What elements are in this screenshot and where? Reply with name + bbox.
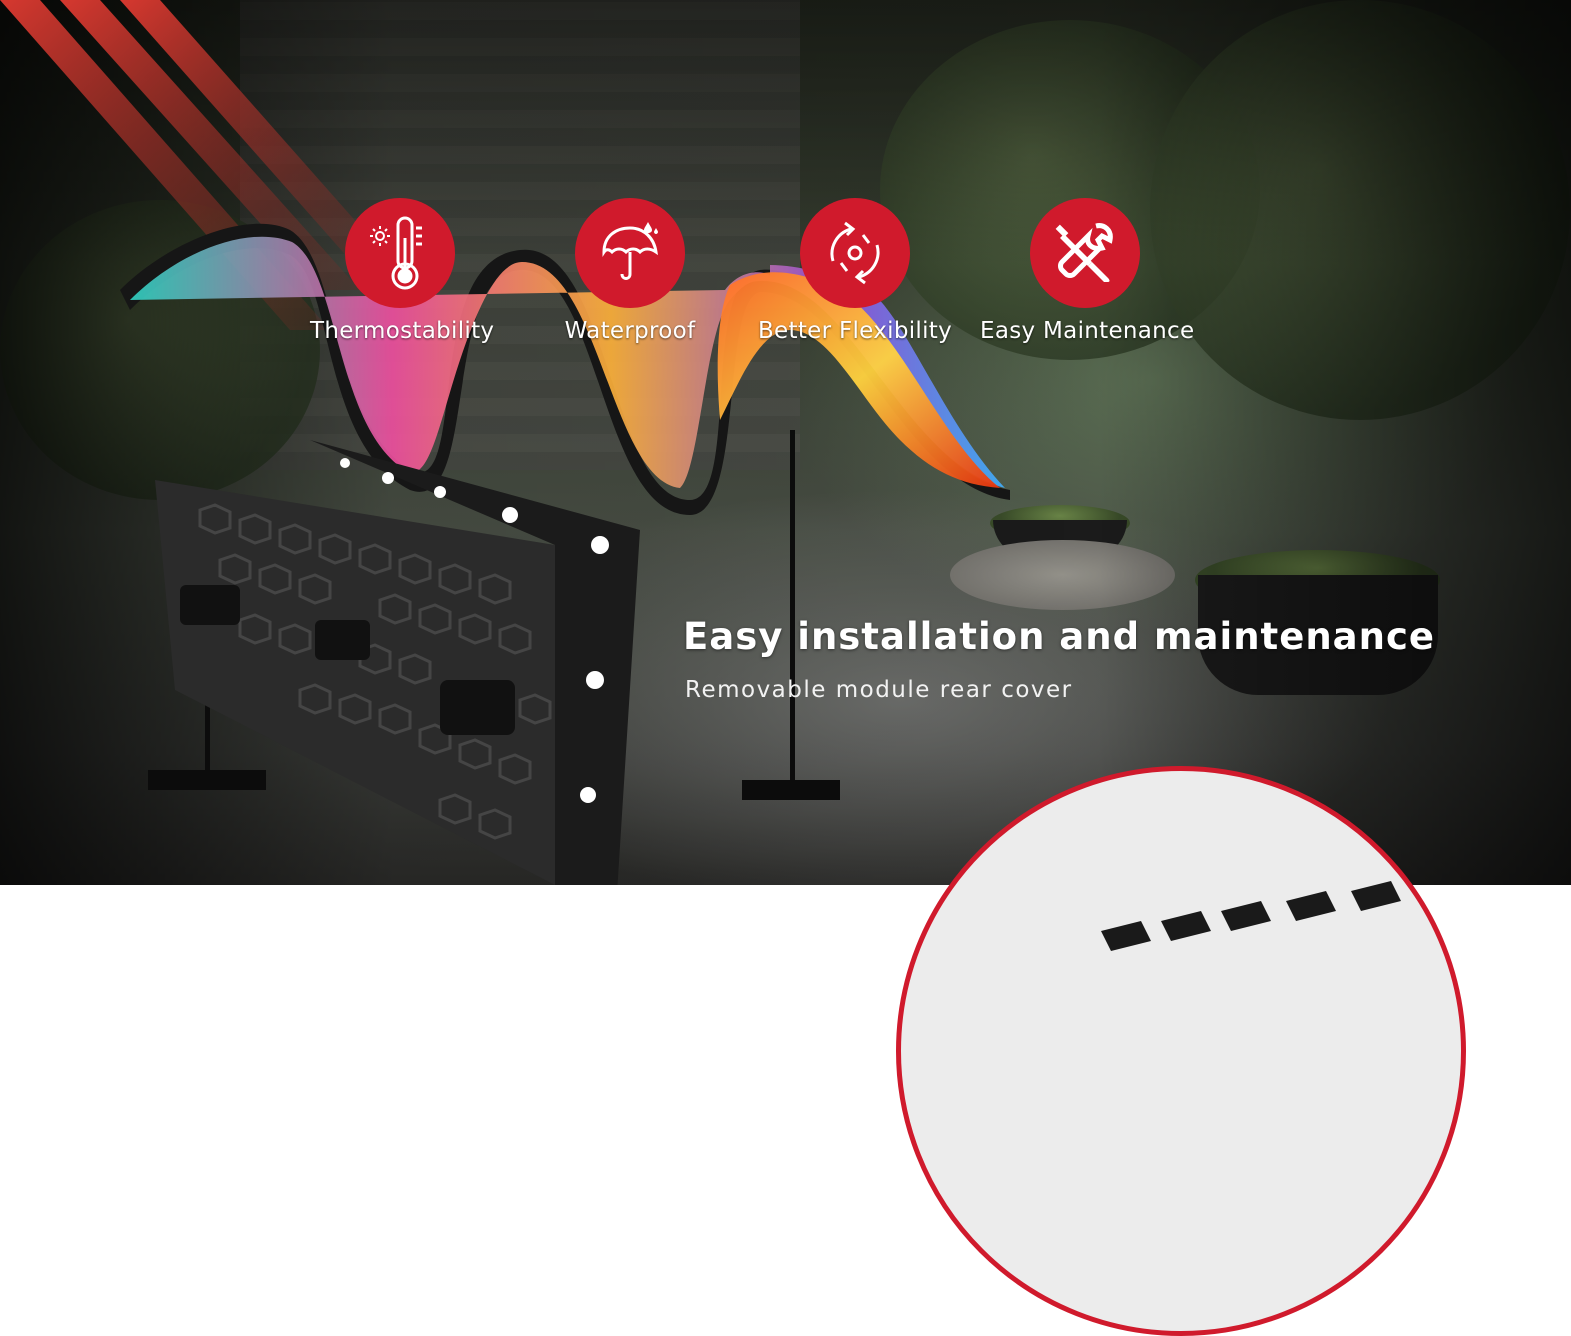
feature-thermostability: Thermostability — [310, 198, 495, 344]
rotate-arrows-icon — [800, 198, 910, 308]
feature-label: Easy Maintenance — [980, 318, 1195, 344]
flexible-led-display-illustration — [0, 0, 1010, 885]
umbrella-rain-icon — [575, 198, 685, 308]
feature-easy-maintenance: Easy Maintenance — [980, 198, 1195, 344]
feature-better-flexibility: Better Flexibility — [755, 198, 955, 344]
feature-label: Waterproof — [564, 318, 696, 344]
wrench-screwdriver-icon — [1030, 198, 1140, 308]
section-headline: Easy installation and maintenance — [683, 615, 1435, 658]
display-stand-base — [742, 780, 840, 800]
display-stand — [790, 430, 795, 790]
thermometer-sun-icon — [345, 198, 455, 308]
hero-banner: Thermostability Waterproof Better Flexib — [0, 0, 1571, 885]
display-stand-base — [148, 770, 266, 790]
detail-zoom-circle — [896, 766, 1466, 1336]
feature-waterproof: Waterproof — [540, 198, 720, 344]
feature-label: Better Flexibility — [757, 318, 953, 344]
section-subheadline: Removable module rear cover — [685, 677, 1073, 703]
module-edge-closeup — [1101, 881, 1401, 951]
feature-label: Thermostability — [310, 318, 495, 344]
